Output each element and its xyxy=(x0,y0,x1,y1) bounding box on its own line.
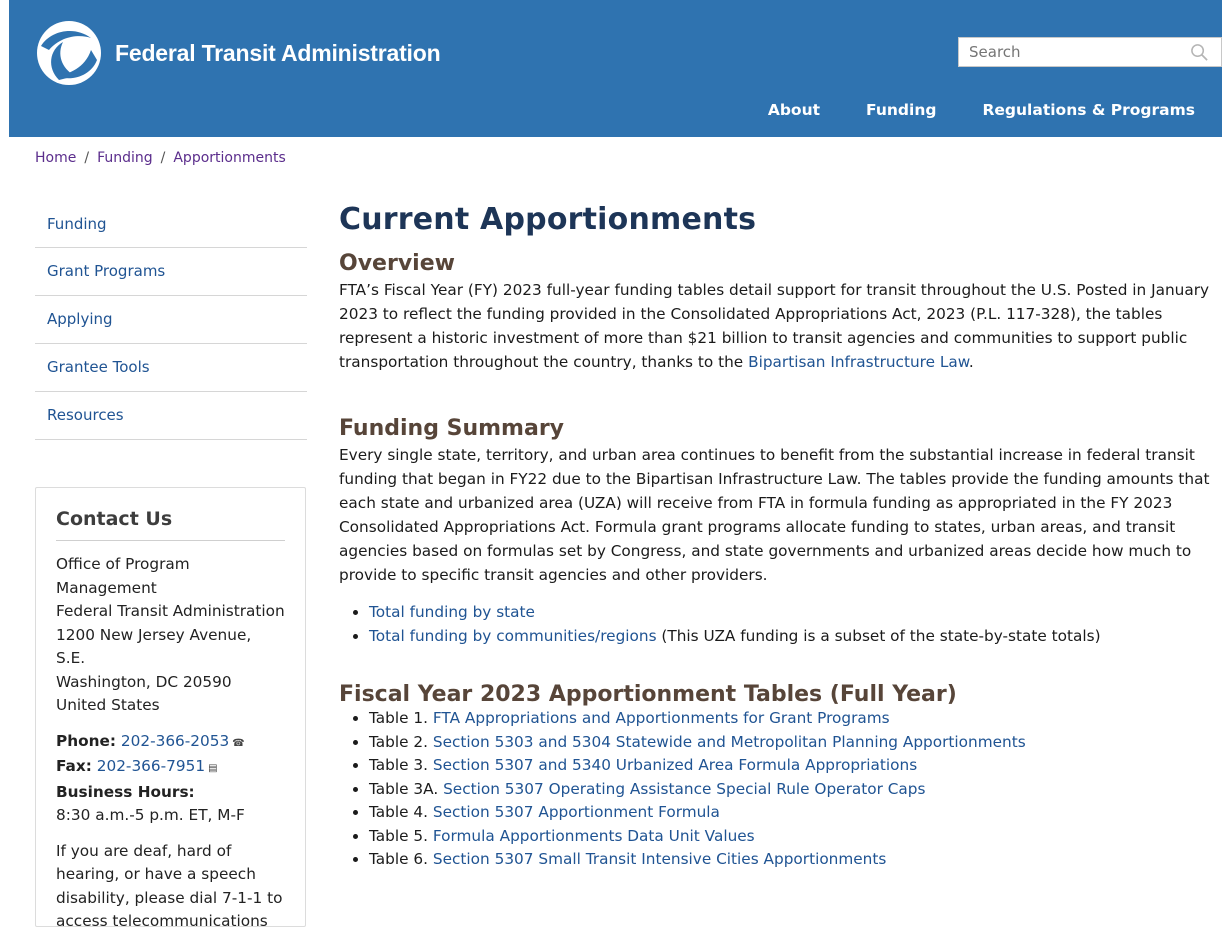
note-line: If you are deaf, hard of xyxy=(56,841,232,860)
note-line: access telecommunications xyxy=(56,912,268,930)
accessibility-note: If you are deaf, hard of hearing, or hav… xyxy=(56,840,285,934)
list-item: Table 1. FTA Appropriations and Apportio… xyxy=(369,707,1222,731)
overview-heading: Overview xyxy=(339,251,455,276)
hours-value: 8:30 a.m.-5 p.m. ET, M-F xyxy=(56,806,245,824)
address-line: Office of Program xyxy=(56,555,190,573)
search-icon[interactable] xyxy=(1190,43,1209,62)
sidebar-nav: Funding Grant Programs Applying Grantee … xyxy=(35,201,307,440)
table-prefix: Table 2. xyxy=(369,732,433,751)
phone-icon: ☎ xyxy=(232,737,245,749)
table-4-link[interactable]: Section 5307 Apportionment Formula xyxy=(433,803,720,821)
breadcrumb-separator: / xyxy=(84,150,90,166)
sidebar-item-funding[interactable]: Funding xyxy=(35,201,307,248)
contact-title: Contact Us xyxy=(56,508,285,541)
list-item: Table 2. Section 5303 and 5304 Statewide… xyxy=(369,731,1222,755)
address-line: Washington, DC 20590 xyxy=(56,672,232,691)
table-3a-link[interactable]: Section 5307 Operating Assistance Specia… xyxy=(443,780,925,798)
table-prefix: Table 6. xyxy=(369,850,433,868)
list-item: Table 4. Section 5307 Apportionment Form… xyxy=(369,801,1222,825)
breadcrumb-funding[interactable]: Funding xyxy=(97,150,153,166)
nav-funding[interactable]: Funding xyxy=(866,101,936,119)
fax-link[interactable]: 202-366-7951 xyxy=(97,757,205,775)
search-box xyxy=(958,37,1222,67)
sidebar-item-grant-programs[interactable]: Grant Programs xyxy=(35,248,307,296)
search-input[interactable] xyxy=(959,38,1189,66)
overview-text: FTA’s Fiscal Year (FY) 2023 full-year fu… xyxy=(339,278,1222,374)
funding-summary-text: Every single state, territory, and urban… xyxy=(339,446,1210,584)
table-prefix: Table 3. xyxy=(369,756,433,774)
table-5-link[interactable]: Formula Apportionments Data Unit Values xyxy=(433,827,755,845)
table-3-link[interactable]: Section 5307 and 5340 Urbanized Area For… xyxy=(433,756,917,774)
table-2-link[interactable]: Section 5303 and 5304 Statewide and Metr… xyxy=(433,733,1026,751)
funding-links-list: Total funding by state Total funding by … xyxy=(339,601,1222,648)
nav-about[interactable]: About xyxy=(768,101,820,119)
sidebar-item-resources[interactable]: Resources xyxy=(35,392,307,440)
table-prefix: Table 3A. xyxy=(369,779,444,798)
phone-link[interactable]: 202-366-2053 xyxy=(121,732,229,750)
phone-label: Phone: xyxy=(56,731,116,750)
apportionment-tables-list: Table 1. FTA Appropriations and Apportio… xyxy=(339,707,1222,872)
funding-summary-heading: Funding Summary xyxy=(339,416,565,441)
breadcrumb-home[interactable]: Home xyxy=(35,150,76,166)
address-line: Management xyxy=(56,578,157,597)
contact-box: Contact Us Office of Program Management … xyxy=(35,487,306,930)
table-6-link[interactable]: Section 5307 Small Transit Intensive Cit… xyxy=(433,850,886,868)
address-line: United States xyxy=(56,696,160,714)
page-title: Current Apportionments xyxy=(339,202,757,237)
fta-logo-icon xyxy=(37,21,101,85)
list-item: Table 5. Formula Apportionments Data Uni… xyxy=(369,825,1222,849)
list-item: Table 3A. Section 5307 Operating Assista… xyxy=(369,778,1222,802)
address-line: Federal Transit Administration xyxy=(56,602,285,620)
breadcrumb-apportionments[interactable]: Apportionments xyxy=(173,150,285,166)
sidebar-item-grantee-tools[interactable]: Grantee Tools xyxy=(35,344,307,392)
list-item: Total funding by communities/regions (Th… xyxy=(369,625,1222,649)
fax-label: Fax: xyxy=(56,757,92,775)
table-prefix: Table 5. xyxy=(369,826,433,845)
table-prefix: Table 4. xyxy=(369,803,433,821)
table-1-link[interactable]: FTA Appropriations and Apportionments fo… xyxy=(433,709,890,727)
home-logo-link[interactable]: Federal Transit Administration xyxy=(35,20,441,86)
org-name: Federal Transit Administration xyxy=(115,39,441,66)
breadcrumb: Home / Funding / Apportionments xyxy=(35,150,286,166)
nav-regulations-programs[interactable]: Regulations & Programs xyxy=(982,101,1195,119)
note-line: disability, please dial 7-1-1 to xyxy=(56,888,283,907)
fax-icon: ▤ xyxy=(208,763,218,774)
table-prefix: Table 1. xyxy=(369,709,433,727)
overview-text-end: . xyxy=(968,353,974,371)
main-nav: About Funding Regulations & Programs xyxy=(722,101,1195,119)
list-item: Table 3. Section 5307 and 5340 Urbanized… xyxy=(369,754,1222,778)
total-funding-by-state-link[interactable]: Total funding by state xyxy=(369,603,535,621)
fy2023-tables-heading: Fiscal Year 2023 Apportionment Tables (F… xyxy=(339,682,957,707)
list-item: Table 6. Section 5307 Small Transit Inte… xyxy=(369,848,1222,872)
sidebar-item-applying[interactable]: Applying xyxy=(35,296,307,344)
total-funding-by-communities-link[interactable]: Total funding by communities/regions xyxy=(369,627,657,645)
main-content: Current Apportionments Overview FTA’s Fi… xyxy=(339,198,1222,872)
hours-label: Business Hours: xyxy=(56,782,195,801)
contact-address: Office of Program Management Federal Tra… xyxy=(56,553,285,718)
breadcrumb-separator: / xyxy=(160,150,166,166)
list-item-suffix: (This UZA funding is a subset of the sta… xyxy=(656,626,1101,645)
note-line: hearing, or have a speech xyxy=(56,865,256,883)
bipartisan-law-link[interactable]: Bipartisan Infrastructure Law xyxy=(748,353,969,371)
list-item: Total funding by state xyxy=(369,601,1222,625)
site-header: Federal Transit Administration About Fun… xyxy=(9,0,1222,137)
contact-details: Phone: 202-366-2053 ☎ Fax: 202-366-7951 ▤ … xyxy=(56,730,285,828)
address-line: 1200 New Jersey Avenue, S.E. xyxy=(56,625,252,668)
